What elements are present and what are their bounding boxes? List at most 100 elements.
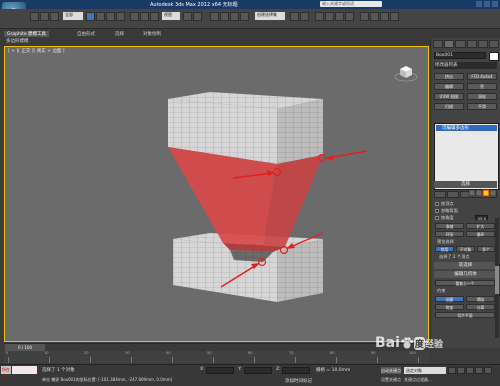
previous-frame-icon[interactable]	[457, 367, 465, 374]
slice-plane-button[interactable]: 切片平面	[435, 312, 495, 318]
stack-item-editable-poly[interactable]: 可编辑多边形	[436, 125, 497, 131]
modifier-list-dropdown[interactable]: 修改器列表	[434, 62, 497, 69]
y-coord-field[interactable]	[244, 367, 272, 374]
go-to-end-icon[interactable]	[484, 367, 492, 374]
z-coord-field[interactable]	[282, 367, 310, 374]
redo-icon[interactable]	[40, 12, 49, 21]
x-coord-field[interactable]	[206, 367, 234, 374]
modify-tab-icon[interactable]	[444, 40, 455, 48]
selection-rollout-header[interactable]: 选择	[434, 181, 497, 188]
by-angle-spinner[interactable]: 45.0	[475, 215, 488, 221]
tab-freeform[interactable]: 自由形式	[74, 31, 98, 37]
snap-toggle-icon[interactable]	[210, 12, 219, 21]
command-panel-scrollbar[interactable]	[495, 218, 499, 338]
mirror-icon[interactable]	[290, 12, 299, 21]
angle-snap-icon[interactable]	[220, 12, 229, 21]
tab-object-paint[interactable]: 对象绘制	[140, 31, 164, 37]
selected-dropdown[interactable]: 选定对象	[404, 367, 446, 374]
window-crossing-icon[interactable]	[116, 12, 125, 21]
modifier-button[interactable]: UVW 贴图	[434, 93, 464, 100]
minimize-icon[interactable]	[476, 1, 482, 7]
soft-selection-rollout-header[interactable]: 软选择	[434, 262, 497, 269]
percent-snap-icon[interactable]	[230, 12, 239, 21]
pivot-icon[interactable]	[183, 12, 192, 21]
time-slider[interactable]: 0 / 100	[4, 343, 429, 351]
set-key-button[interactable]: 设置关键点	[381, 377, 401, 383]
next-frame-icon[interactable]	[475, 367, 483, 374]
graphite-toggle-icon[interactable]	[325, 12, 334, 21]
curve-editor-icon[interactable]	[335, 12, 344, 21]
modifier-button[interactable]: 壳	[467, 83, 497, 90]
tab-graphite[interactable]: Graphite 建模工具	[4, 31, 50, 37]
undo-icon[interactable]	[30, 12, 39, 21]
preview-off-radio[interactable]: 禁用	[435, 246, 454, 252]
utilities-tab-icon[interactable]	[488, 40, 500, 48]
shrink-button[interactable]: 收缩	[435, 223, 464, 229]
key-filters-button[interactable]: 关键点过滤器...	[404, 377, 432, 383]
selection-filter-dropdown[interactable]: 全部	[63, 12, 83, 20]
listener-label[interactable]: 所在行:	[1, 366, 11, 380]
auto-key-button[interactable]: 自动关键点	[381, 367, 401, 374]
create-tab-icon[interactable]	[433, 40, 444, 48]
scale-icon[interactable]	[150, 12, 159, 21]
tick-mark	[254, 357, 255, 363]
ring-button[interactable]: 环形	[435, 231, 464, 237]
collapse-button[interactable]: 塌陷	[466, 296, 495, 302]
detach-button[interactable]: 分离	[466, 304, 495, 310]
pin-stack-icon[interactable]	[434, 191, 446, 198]
close-icon[interactable]	[492, 1, 498, 7]
object-color-swatch[interactable]	[489, 52, 499, 61]
loop-button[interactable]: 循环	[466, 231, 495, 237]
render-setup-icon[interactable]	[370, 12, 379, 21]
modifier-button[interactable]: 扫描	[434, 103, 464, 110]
material-editor-icon[interactable]	[360, 12, 369, 21]
rect-selection-icon[interactable]	[106, 12, 115, 21]
grow-button[interactable]: 扩大	[466, 223, 495, 229]
display-tab-icon[interactable]	[477, 40, 488, 48]
edit-geometry-rollout-header[interactable]: 编辑几何体	[434, 271, 497, 278]
modifier-button[interactable]: 涡轮	[467, 93, 497, 100]
preview-subobj-radio[interactable]: 子对象	[456, 246, 475, 252]
select-manipulate-icon[interactable]	[193, 12, 202, 21]
reference-coord-dropdown[interactable]: 视图	[162, 12, 180, 20]
named-selection-dropdown[interactable]: 创建选择集	[255, 12, 285, 20]
render-icon[interactable]	[390, 12, 399, 21]
track-bar[interactable]: 0 10 20 30 40 50 60 70 80 90 100	[4, 351, 429, 363]
motion-tab-icon[interactable]	[466, 40, 477, 48]
time-slider-thumb[interactable]: 0 / 100	[5, 344, 45, 351]
show-end-result-icon[interactable]	[446, 191, 459, 198]
by-angle-checkbox[interactable]	[435, 216, 439, 220]
select-object-icon[interactable]	[86, 12, 95, 21]
scrollbar-thumb[interactable]	[495, 266, 499, 294]
play-icon[interactable]	[466, 367, 474, 374]
by-vertex-checkbox[interactable]	[435, 202, 439, 206]
add-time-tag[interactable]: 添加时间标记	[285, 378, 312, 384]
create-button[interactable]: 创建	[435, 296, 464, 302]
maxscript-mini-listener[interactable]	[12, 366, 37, 374]
move-icon[interactable]	[130, 12, 139, 21]
rendered-frame-icon[interactable]	[380, 12, 389, 21]
preview-multi-radio[interactable]: 多个	[477, 246, 495, 252]
select-by-name-icon[interactable]	[96, 12, 105, 21]
maximize-icon[interactable]	[484, 1, 490, 7]
layer-manager-icon[interactable]	[315, 12, 324, 21]
object-name-field[interactable]: Box001	[434, 52, 486, 59]
scene-canvas[interactable]	[5, 47, 430, 343]
hierarchy-tab-icon[interactable]	[455, 40, 466, 48]
link-icon[interactable]	[50, 12, 59, 21]
attach-button[interactable]: 附加	[435, 304, 464, 310]
ignore-backfacing-checkbox[interactable]	[435, 209, 439, 213]
go-to-start-icon[interactable]	[448, 367, 456, 374]
perspective-viewport[interactable]: [ + ][ 正交 ][ 真实 + 边面 ]	[4, 46, 429, 342]
repeat-last-button[interactable]: 重复上一个	[435, 280, 495, 286]
rotate-icon[interactable]	[140, 12, 149, 21]
align-icon[interactable]	[300, 12, 309, 21]
help-search-input[interactable]: 键入关键字或短语	[320, 1, 382, 7]
spinner-snap-icon[interactable]	[240, 12, 249, 21]
modifier-button[interactable]: 平滑	[467, 103, 497, 110]
modifier-button[interactable]: 编辑	[434, 83, 464, 90]
modifier-button[interactable]: FFD 4x4x4	[467, 73, 497, 80]
modifier-button[interactable]: 挤出	[434, 73, 464, 80]
tab-selection[interactable]: 选择	[112, 31, 127, 37]
schematic-view-icon[interactable]	[345, 12, 354, 21]
